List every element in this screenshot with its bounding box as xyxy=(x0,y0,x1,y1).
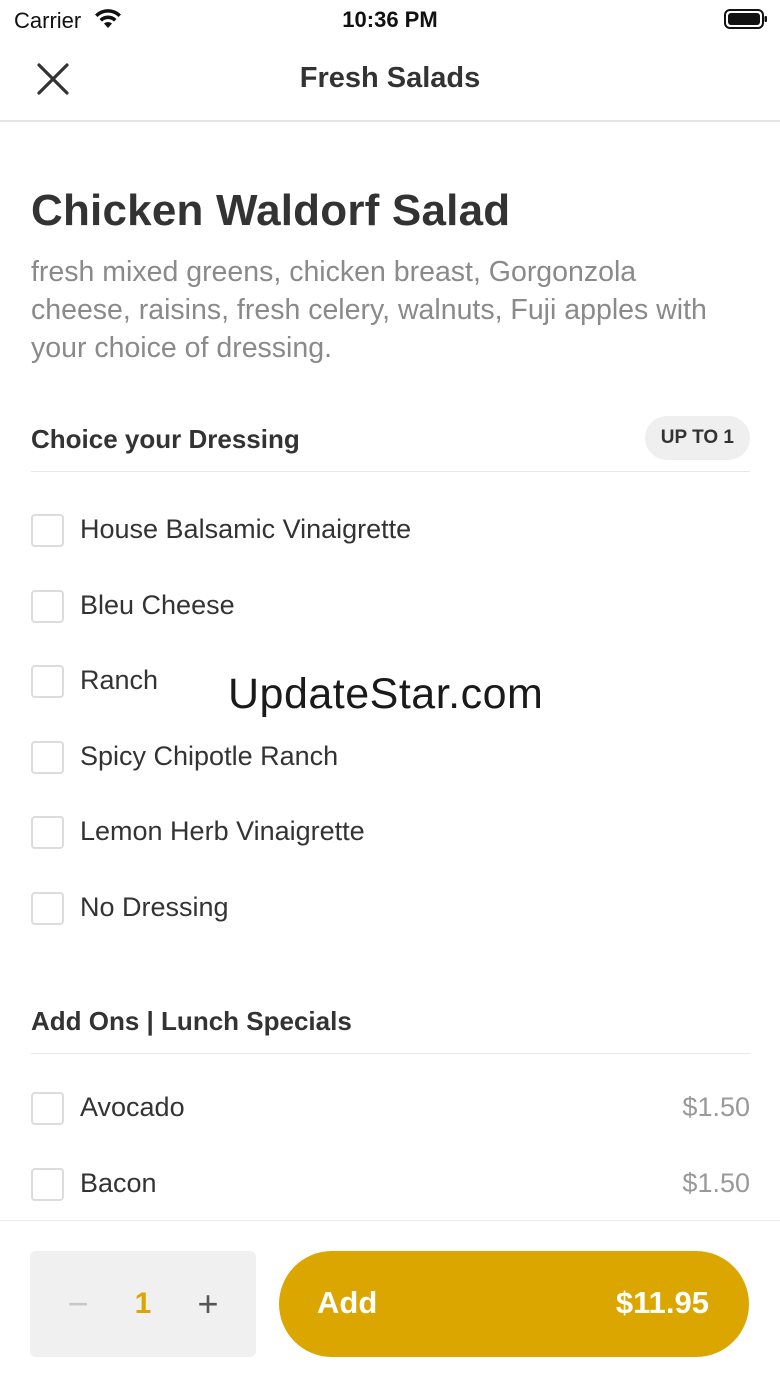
option-bleu-cheese[interactable]: Bleu Cheese xyxy=(31,576,750,636)
option-spicy-chipotle-ranch[interactable]: Spicy Chipotle Ranch xyxy=(31,727,750,787)
addons-section-header: Add Ons | Lunch Specials xyxy=(31,998,750,1054)
option-price: $1.50 xyxy=(682,1092,750,1122)
status-bar: Carrier 10:36 PM xyxy=(0,0,780,40)
dressing-section-header: Choice your Dressing UP TO 1 xyxy=(31,416,750,472)
quantity-stepper: − 1 + xyxy=(30,1251,256,1357)
option-lemon-herb[interactable]: Lemon Herb Vinaigrette xyxy=(31,802,750,862)
option-label: Lemon Herb Vinaigrette xyxy=(80,816,365,846)
option-label: Avocado xyxy=(80,1092,185,1122)
option-label: No Dressing xyxy=(80,892,229,922)
checkbox[interactable] xyxy=(31,1168,64,1201)
checkbox[interactable] xyxy=(31,1092,64,1125)
watermark: UpdateStar.com xyxy=(228,670,544,718)
selection-limit-badge: UP TO 1 xyxy=(644,416,750,460)
increase-quantity-button[interactable]: + xyxy=(188,1281,228,1327)
checkbox[interactable] xyxy=(31,816,64,849)
quantity-value: 1 xyxy=(134,1287,152,1320)
option-house-balsamic[interactable]: House Balsamic Vinaigrette xyxy=(31,500,750,560)
option-label: Spicy Chipotle Ranch xyxy=(80,741,339,771)
page-title: Fresh Salads xyxy=(299,62,481,94)
checkbox[interactable] xyxy=(31,892,64,925)
option-no-dressing[interactable]: No Dressing xyxy=(31,878,750,938)
addons-section-title: Add Ons | Lunch Specials xyxy=(31,1006,352,1036)
option-label: Ranch xyxy=(80,665,159,695)
checkbox[interactable] xyxy=(31,590,64,623)
addon-avocado[interactable]: Avocado $1.50 xyxy=(31,1078,750,1138)
decrease-quantity-button[interactable]: − xyxy=(58,1281,98,1327)
option-label: House Balsamic Vinaigrette xyxy=(80,514,412,544)
checkbox[interactable] xyxy=(31,741,64,774)
nav-bar: Fresh Salads xyxy=(0,40,780,122)
item-title: Chicken Waldorf Salad xyxy=(31,186,511,235)
status-time: 10:36 PM xyxy=(342,7,438,32)
item-description: fresh mixed greens, chicken breast, Gorg… xyxy=(31,256,723,364)
add-button-price: $11.95 xyxy=(615,1285,709,1320)
dressing-section-title: Choice your Dressing xyxy=(31,424,300,454)
add-to-order-button[interactable]: Add $11.95 xyxy=(279,1251,749,1357)
add-button-label: Add xyxy=(317,1285,378,1320)
addon-bacon[interactable]: Bacon $1.50 xyxy=(31,1154,750,1214)
checkbox[interactable] xyxy=(31,514,64,547)
option-label: Bacon xyxy=(80,1168,157,1198)
footer-bar: − 1 + Add $11.95 xyxy=(0,1220,780,1387)
option-label: Bleu Cheese xyxy=(80,590,235,620)
checkbox[interactable] xyxy=(31,665,64,698)
battery-icon xyxy=(724,9,767,29)
option-price: $1.50 xyxy=(682,1168,750,1198)
